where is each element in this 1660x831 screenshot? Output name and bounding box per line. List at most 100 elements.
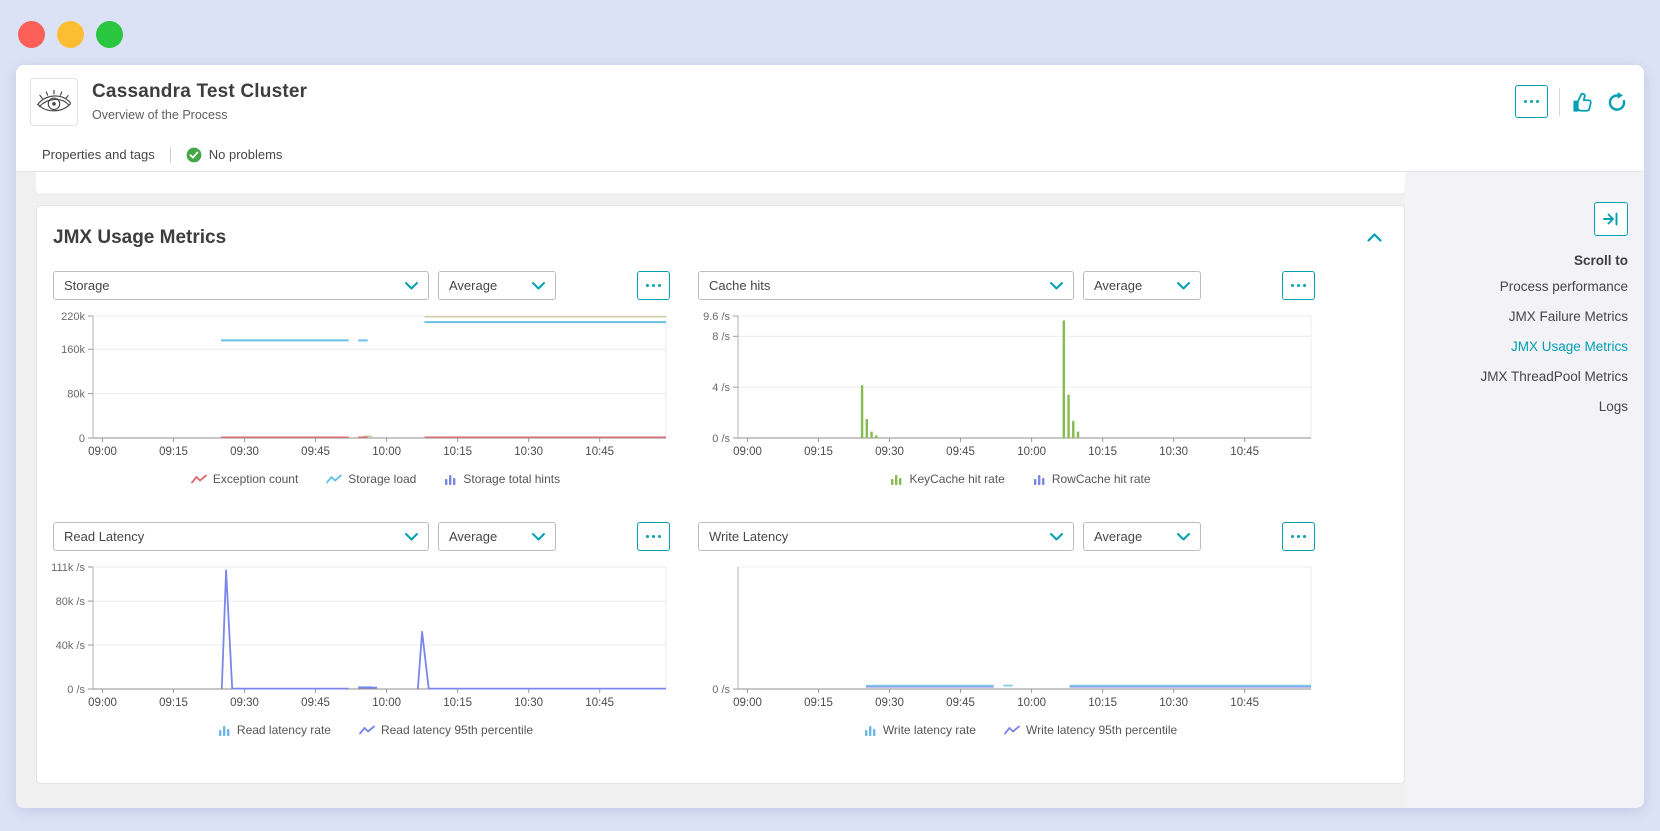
legend-label: Storage total hints — [463, 472, 561, 486]
content-area: JMX Usage Metrics Storage Average 0 80k … — [16, 172, 1644, 808]
svg-text:10:45: 10:45 — [1230, 697, 1259, 709]
subheader-divider — [169, 146, 171, 163]
svg-text:160k: 160k — [61, 344, 85, 356]
header-more-button[interactable] — [1515, 85, 1548, 118]
aggregation-select[interactable]: Average — [1083, 271, 1201, 300]
app-header: Cassandra Test Cluster Overview of the P… — [16, 65, 1644, 138]
cache-hits-chart[interactable]: 0 /s 4 /s 8 /s 9.6 /s 09:00 09:15 09:30 09:45 10… — [698, 306, 1343, 464]
actions-divider — [1559, 87, 1560, 116]
close-window-button[interactable] — [18, 21, 45, 48]
collapse-sidebar-button[interactable] — [1594, 202, 1628, 236]
ellipsis-icon — [645, 283, 650, 288]
metric-select[interactable]: Cache hits — [698, 271, 1074, 300]
svg-text:10:30: 10:30 — [1159, 697, 1188, 709]
read-latency-chart-module: Read Latency Average 0 /s 40k /s 80k /s 111… — [51, 522, 698, 737]
scroll-to-heading: Scroll to — [1573, 253, 1628, 268]
sidebar-item-logs[interactable]: Logs — [1405, 392, 1628, 422]
charts-grid: Storage Average 0 80k 160k 220k 09:00 09:15 09… — [51, 271, 1404, 737]
chevron-down-icon — [532, 281, 545, 289]
chart-more-button[interactable] — [1282, 522, 1315, 551]
chevron-up-icon — [1367, 233, 1382, 242]
legend-item[interactable]: Read latency 95th percentile — [359, 723, 533, 737]
read-latency-chart[interactable]: 0 /s 40k /s 80k /s 111k /s 09:00 09:15 09:30 09… — [51, 557, 698, 715]
ellipsis-icon — [1290, 283, 1295, 288]
properties-and-tags-toggle[interactable]: Properties and tags — [42, 147, 155, 162]
zoom-window-button[interactable] — [96, 21, 123, 48]
sidebar-item-jmx-usage-metrics[interactable]: JMX Usage Metrics — [1405, 332, 1628, 362]
svg-text:09:00: 09:00 — [733, 697, 762, 709]
svg-text:0: 0 — [79, 433, 85, 445]
svg-text:40k /s: 40k /s — [56, 640, 86, 652]
legend-label: Read latency rate — [236, 723, 331, 737]
aggregation-select[interactable]: Average — [438, 271, 556, 300]
write-latency-chart[interactable]: 0 /s 09:00 09:15 09:30 09:45 10:00 10:15 10:30 1… — [698, 557, 1343, 715]
svg-text:09:00: 09:00 — [88, 697, 117, 709]
svg-text:10:00: 10:00 — [1017, 697, 1046, 709]
svg-text:09:30: 09:30 — [230, 446, 259, 458]
legend-label: KeyCache hit rate — [909, 472, 1005, 486]
aggregation-select-value: Average — [1094, 278, 1143, 293]
svg-text:09:00: 09:00 — [88, 446, 117, 458]
sidebar-item-jmx-failure-metrics[interactable]: JMX Failure Metrics — [1405, 302, 1628, 332]
legend-item[interactable]: Write latency rate — [864, 723, 976, 737]
chart-more-button[interactable] — [1282, 271, 1315, 300]
svg-text:4 /s: 4 /s — [712, 382, 730, 394]
ellipsis-icon — [1290, 534, 1295, 539]
chevron-down-icon — [1050, 281, 1063, 289]
metric-select[interactable]: Storage — [53, 271, 429, 300]
storage-chart[interactable]: 0 80k 160k 220k 09:00 09:15 09:30 09:45 10:00 10:… — [53, 306, 698, 464]
collapse-section-button[interactable] — [1367, 230, 1382, 245]
chart-more-button[interactable] — [637, 522, 670, 551]
bar-series-icon — [218, 725, 230, 736]
cache-hits-chart-module: Cache hits Average 0 /s 4 /s 8 /s 9.6 /s 09:… — [698, 271, 1343, 486]
aggregation-select[interactable]: Average — [438, 522, 556, 551]
process-logo — [30, 77, 78, 126]
legend-item[interactable]: Read latency rate — [218, 723, 331, 737]
svg-text:09:45: 09:45 — [946, 697, 975, 709]
previous-card-bottom — [36, 172, 1405, 193]
legend-label: Write latency 95th percentile — [1025, 723, 1178, 737]
storage-chart-legend: Exception count Storage load Storage total… — [53, 472, 698, 486]
svg-text:0 /s: 0 /s — [67, 684, 85, 696]
svg-text:09:00: 09:00 — [733, 446, 762, 458]
line-series-icon — [1004, 725, 1020, 734]
legend-item[interactable]: RowCache hit rate — [1033, 472, 1151, 486]
eye-sketch-icon — [37, 89, 71, 111]
sidebar-item-process-performance[interactable]: Process performance — [1405, 272, 1628, 302]
metric-select[interactable]: Write Latency — [698, 522, 1074, 551]
svg-text:10:00: 10:00 — [372, 446, 401, 458]
svg-text:10:15: 10:15 — [443, 697, 472, 709]
legend-label: Exception count — [212, 472, 299, 486]
refresh-button[interactable] — [1606, 91, 1628, 113]
read-latency-chart-legend: Read latency rate Read latency 95th perce… — [53, 723, 698, 737]
chart-more-button[interactable] — [637, 271, 670, 300]
sidebar-item-jmx-threadpool-metrics[interactable]: JMX ThreadPool Metrics — [1405, 362, 1628, 392]
bar-series-icon — [891, 474, 902, 485]
status-badge: No problems — [208, 147, 283, 162]
like-button[interactable] — [1571, 90, 1595, 114]
svg-text:10:30: 10:30 — [1159, 446, 1188, 458]
svg-text:09:45: 09:45 — [301, 446, 330, 458]
problems-status[interactable]: No problems — [186, 147, 283, 163]
legend-item[interactable]: Exception count — [191, 472, 298, 486]
svg-text:10:30: 10:30 — [514, 697, 543, 709]
svg-text:10:00: 10:00 — [372, 697, 401, 709]
metric-select-value: Cache hits — [709, 278, 771, 293]
legend-item[interactable]: KeyCache hit rate — [890, 472, 1005, 486]
aggregation-select-value: Average — [1094, 529, 1143, 544]
refresh-icon — [1608, 91, 1626, 111]
legend-item[interactable]: Storage load — [326, 472, 416, 486]
legend-item[interactable]: Write latency 95th percentile — [1004, 723, 1177, 737]
ellipsis-icon — [645, 534, 650, 539]
aggregation-select[interactable]: Average — [1083, 522, 1201, 551]
minimize-window-button[interactable] — [57, 21, 84, 48]
legend-item[interactable]: Storage total hints — [444, 472, 560, 486]
jmx-usage-metrics-card: JMX Usage Metrics Storage Average 0 80k … — [36, 205, 1405, 784]
line-series-icon — [191, 474, 207, 483]
metric-select-value: Read Latency — [64, 529, 145, 544]
metric-select[interactable]: Read Latency — [53, 522, 429, 551]
svg-text:220k: 220k — [61, 311, 85, 323]
line-series-icon — [359, 725, 375, 734]
svg-text:8 /s: 8 /s — [712, 331, 730, 343]
legend-label: Write latency rate — [882, 723, 976, 737]
